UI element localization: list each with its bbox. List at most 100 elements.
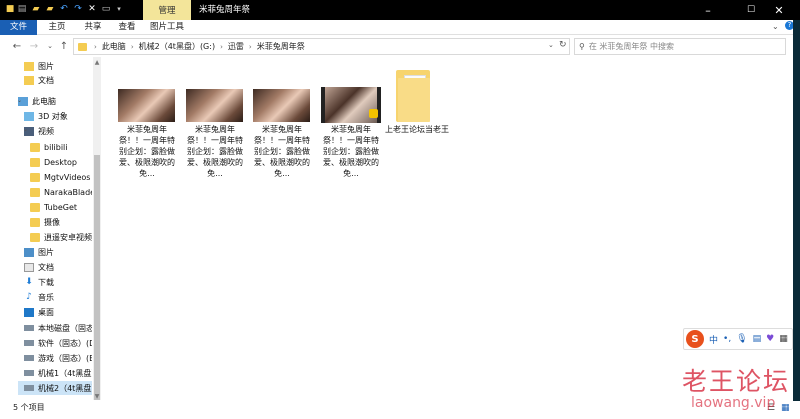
nav-item-desktop-folder[interactable]: Desktop <box>30 155 92 169</box>
breadcrumb-drive-g[interactable]: 机械2（4t黑盘）(G:) <box>137 41 217 52</box>
nav-item-documents[interactable]: 文档 <box>24 260 92 274</box>
customize-dropdown-icon[interactable]: ▾ <box>114 4 124 15</box>
tab-home[interactable]: 主页 <box>40 20 74 35</box>
nav-item-software-d[interactable]: 软件（固态）(D <box>24 336 92 350</box>
chevron-down-icon[interactable]: ⌄ <box>23 126 28 133</box>
ribbon-tabs: 文件 主页 共享 查看 图片工具 ⌄ ? <box>0 20 800 35</box>
nav-scrollbar-thumb[interactable] <box>94 155 100 400</box>
nav-item-mgtvvideos[interactable]: MgtvVideos <box>30 170 92 184</box>
folder-caption[interactable]: 上老王论坛当老王 <box>385 124 449 135</box>
nav-item-quick-documents[interactable]: 文档 <box>24 73 92 87</box>
nav-item-camera[interactable]: 摄像 <box>30 215 92 229</box>
scroll-up-icon[interactable]: ▲ <box>93 58 101 66</box>
download-arrow-icon: ⬇ <box>25 277 33 287</box>
large-icons-view-icon[interactable]: ▦ <box>781 403 790 413</box>
file-caption[interactable]: 米菲兔周年祭！！一周年特别企划：露脸做爱、极限潮吹的免... <box>184 124 246 179</box>
sogou-logo-icon[interactable]: S <box>686 330 704 348</box>
recent-dropdown-icon[interactable]: ⌄ <box>44 40 56 52</box>
window-title: 米菲兔周年祭 <box>199 5 251 15</box>
tab-manage[interactable]: 管理 <box>143 0 191 20</box>
redo-icon[interactable]: ↷ <box>73 4 83 15</box>
chevron-down-icon[interactable]: ⌄ <box>17 97 22 104</box>
folder-icon[interactable] <box>396 70 430 122</box>
breadcrumb-xunlei[interactable]: 迅雷 <box>226 41 246 52</box>
tab-picture-tools[interactable]: 图片工具 <box>144 20 190 35</box>
nav-item-pictures[interactable]: 图片 <box>24 245 92 259</box>
microphone-icon[interactable]: 🎙 <box>736 334 747 344</box>
folder-icon <box>30 217 40 227</box>
breadcrumb-this-pc[interactable]: 此电脑 <box>100 41 128 52</box>
watermark-text: 老王论坛 <box>682 367 791 396</box>
file-thumbnail[interactable] <box>253 89 310 122</box>
file-thumbnail[interactable] <box>186 89 243 122</box>
pictures-icon <box>24 247 34 257</box>
tab-file[interactable]: 文件 <box>0 20 37 35</box>
toolbox-icon[interactable]: ▦ <box>779 334 788 344</box>
documents-icon <box>24 75 34 85</box>
file-thumbnail[interactable] <box>118 89 175 122</box>
pictures-icon <box>24 61 34 71</box>
up-arrow-icon[interactable]: ↑ <box>58 40 70 52</box>
delete-icon[interactable]: ✕ <box>87 4 97 15</box>
folder-icon: ■ <box>5 4 15 14</box>
address-dropdown-icon[interactable]: ⌄ <box>548 41 554 49</box>
chevron-right-icon: › <box>130 42 134 51</box>
title-bar: ■ ▤ ▰ ▰ ↶ ↷ ✕ ▭ ▾ 管理 米菲兔周年祭 – ☐ ✕ <box>0 0 800 20</box>
punctuation-icon[interactable]: •, <box>723 334 731 344</box>
nav-item-music[interactable]: ♪ 音乐 <box>24 290 92 304</box>
nav-item-mechanical-1[interactable]: 机械1（4t黑盘） <box>24 366 92 380</box>
refresh-icon[interactable]: ↻ <box>559 40 567 50</box>
nav-item-this-pc[interactable]: 此电脑 <box>18 94 92 108</box>
new-folder-icon[interactable]: ▰ <box>31 4 41 15</box>
undo-icon[interactable]: ↶ <box>59 4 69 15</box>
tab-share[interactable]: 共享 <box>76 20 110 35</box>
folder-icon[interactable]: ▰ <box>45 4 55 15</box>
file-caption[interactable]: 米菲兔周年祭！！一周年特别企划：露脸做爱、极限潮吹的免... <box>320 124 382 179</box>
nav-item-bilibili[interactable]: bilibili <box>30 140 92 154</box>
folder-icon <box>30 202 40 212</box>
status-bar: 5 个项目 <box>0 401 800 419</box>
keyboard-icon[interactable]: ▤ <box>753 334 762 344</box>
chevron-right-icon: › <box>94 42 97 51</box>
folder-icon <box>30 232 40 242</box>
nav-item-downloads[interactable]: ⬇ 下载 <box>24 275 92 289</box>
back-arrow-icon[interactable]: ← <box>11 40 23 52</box>
minimize-button[interactable]: – <box>687 0 729 20</box>
file-caption[interactable]: 米菲兔周年祭！！一周年特别企划：露脸做爱、极限潮吹的免... <box>251 124 313 179</box>
nav-item-games-e[interactable]: 游戏（固态）(E <box>24 351 92 365</box>
breadcrumb-current-folder[interactable]: 米菲兔周年祭 <box>255 41 307 52</box>
folder-icon <box>30 157 40 167</box>
nav-item-tubeget[interactable]: TubeGet <box>30 200 92 214</box>
search-placeholder: 在 米菲兔周年祭 中搜索 <box>588 42 674 51</box>
navigation-pane[interactable]: 图片 文档 此电脑 3D 对象 视频 bilibili Desktop Mgtv… <box>0 57 103 400</box>
drive-icon <box>24 325 34 331</box>
nav-item-quick-pictures[interactable]: 图片 <box>24 59 92 73</box>
properties-icon[interactable]: ▤ <box>17 4 27 15</box>
close-button[interactable]: ✕ <box>758 0 800 20</box>
chevron-right-icon: › <box>248 42 252 51</box>
expand-ribbon-icon[interactable]: ⌄ <box>772 22 779 31</box>
nav-item-xiaoyao-videos[interactable]: 逍遥安卓视频 <box>30 230 92 244</box>
ime-mode-toggle[interactable]: 中 <box>709 333 718 346</box>
nav-item-3d-objects[interactable]: 3D 对象 <box>24 109 92 123</box>
address-bar[interactable]: › 此电脑 › 机械2（4t黑盘）(G:) › 迅雷 › 米菲兔周年祭 <box>73 38 570 55</box>
nav-item-videos[interactable]: 视频 <box>24 124 92 138</box>
folder-icon <box>30 172 40 182</box>
watermark-url: laowang.vip <box>691 395 776 411</box>
forward-arrow-icon[interactable]: → <box>28 40 40 52</box>
ime-toolbar[interactable]: S 中 •, 🎙 ▤ ♥ ▦ <box>683 328 793 350</box>
folder-icon <box>30 187 40 197</box>
tab-view[interactable]: 查看 <box>110 20 144 35</box>
scroll-down-icon[interactable]: ▼ <box>93 392 101 400</box>
skin-icon[interactable]: ♥ <box>766 334 774 344</box>
search-input[interactable]: ⚲ 在 米菲兔周年祭 中搜索 <box>574 38 786 55</box>
nav-item-desktop[interactable]: 桌面 <box>24 305 92 319</box>
nav-item-local-disk-c[interactable]: 本地磁盘（固态） <box>24 321 92 335</box>
nav-item-mechanical-2[interactable]: 机械2（4t黑盘） <box>18 381 92 395</box>
video-badge-icon <box>369 109 378 118</box>
file-caption[interactable]: 米菲兔周年祭！！一周年特别企划：露脸做爱、极限潮吹的免... <box>116 124 178 179</box>
rename-icon[interactable]: ▭ <box>101 4 111 15</box>
nav-item-narakabladepoint[interactable]: NarakaBladepo <box>30 185 92 199</box>
drive-icon <box>24 385 34 391</box>
documents-icon <box>24 262 34 272</box>
